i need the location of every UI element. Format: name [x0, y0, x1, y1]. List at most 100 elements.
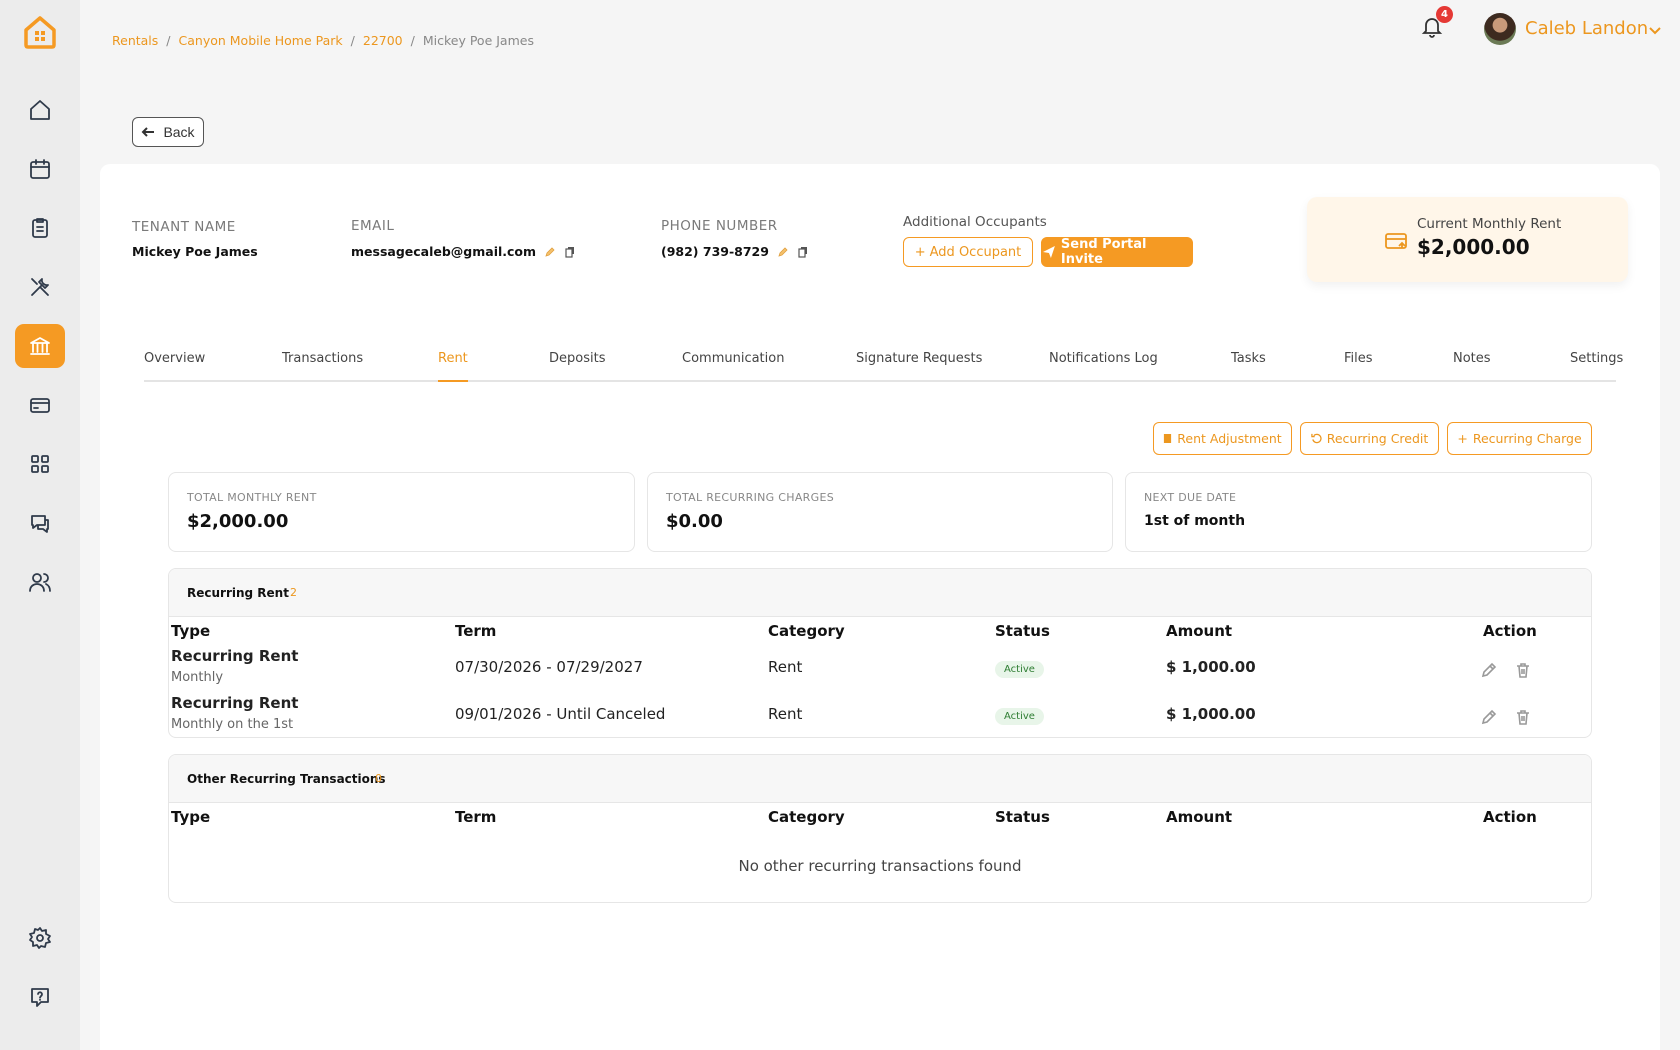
- rent-adjustment-button[interactable]: Rent Adjustment: [1153, 422, 1292, 455]
- send-portal-invite-button[interactable]: Send Portal Invite: [1041, 237, 1193, 267]
- column-amount: Amount: [1166, 808, 1233, 826]
- nav-calendar[interactable]: [15, 147, 65, 191]
- row-term: 09/01/2026 - Until Canceled: [455, 705, 666, 723]
- nav-home[interactable]: [15, 88, 65, 132]
- tab-settings[interactable]: Settings: [1570, 351, 1623, 382]
- edit-pencil-icon[interactable]: [1480, 661, 1498, 679]
- tab-notifications-log[interactable]: Notifications Log: [1049, 351, 1158, 382]
- column-status: Status: [995, 808, 1050, 826]
- add-occupant-button[interactable]: + Add Occupant: [903, 237, 1033, 267]
- arrow-left-icon: [142, 127, 155, 137]
- next-due-date-stat: NEXT DUE DATE 1st of month: [1125, 472, 1592, 552]
- email-row: messagecaleb@gmail.com: [351, 244, 576, 259]
- rent-adjustment-label: Rent Adjustment: [1177, 431, 1282, 446]
- recurring-credit-button[interactable]: Recurring Credit: [1300, 422, 1439, 455]
- breadcrumb-unit[interactable]: 22700: [363, 33, 403, 48]
- nav-people[interactable]: [15, 560, 65, 604]
- breadcrumb-property[interactable]: Canyon Mobile Home Park: [179, 33, 343, 48]
- send-portal-invite-label: Send Portal Invite: [1060, 237, 1147, 267]
- tab-files[interactable]: Files: [1344, 351, 1373, 382]
- avatar[interactable]: [1484, 13, 1516, 45]
- chat-icon: [31, 515, 49, 533]
- home-icon: [30, 100, 50, 120]
- pencil-icon[interactable]: [544, 246, 556, 258]
- stat-label: NEXT DUE DATE: [1144, 491, 1237, 504]
- plus-icon: +: [1457, 431, 1468, 446]
- breadcrumb-rentals[interactable]: Rentals: [112, 33, 158, 48]
- stat-label: TOTAL MONTHLY RENT: [187, 491, 317, 504]
- tab-tasks[interactable]: Tasks: [1231, 351, 1266, 382]
- other-recurring-count: 0: [375, 772, 382, 785]
- recurring-charge-label: Recurring Charge: [1472, 431, 1582, 446]
- tab-rent[interactable]: Rent: [438, 351, 468, 382]
- nav-tasks[interactable]: [15, 206, 65, 250]
- gear-icon: [29, 927, 51, 949]
- nav-settings[interactable]: [15, 916, 65, 960]
- copy-icon[interactable]: [564, 246, 576, 258]
- phone-value: (982) 739-8729: [661, 244, 769, 259]
- sidebar: [0, 0, 80, 1050]
- breadcrumb: Rentals / Canyon Mobile Home Park / 2270…: [112, 33, 534, 48]
- back-button[interactable]: Back: [132, 117, 204, 147]
- nav-messages[interactable]: [15, 501, 65, 545]
- nav-properties[interactable]: [15, 324, 65, 368]
- breadcrumb-current: Mickey Poe James: [422, 33, 534, 48]
- users-icon: [29, 573, 51, 592]
- recurring-credit-label: Recurring Credit: [1326, 431, 1429, 446]
- pencil-icon[interactable]: [777, 246, 789, 258]
- back-button-label: Back: [163, 124, 195, 140]
- row-type: Recurring Rent: [171, 647, 299, 665]
- edit-pencil-icon[interactable]: [1480, 708, 1498, 726]
- notification-count-badge: 4: [1436, 6, 1453, 23]
- tab-signature-requests[interactable]: Signature Requests: [856, 351, 982, 382]
- breadcrumb-separator: /: [166, 33, 171, 48]
- phone-label: PHONE NUMBER: [661, 218, 778, 234]
- column-amount: Amount: [1166, 622, 1233, 640]
- help-chat-icon: [31, 988, 49, 1007]
- user-menu-name[interactable]: Caleb Landon: [1525, 18, 1648, 39]
- status-badge: Active: [995, 661, 1044, 678]
- document-icon: [1164, 434, 1172, 443]
- current-monthly-rent-card: Current Monthly Rent $2,000.00: [1307, 197, 1628, 282]
- panel-header: Recurring Rent 2: [169, 569, 1591, 617]
- tab-overview[interactable]: Overview: [144, 351, 205, 382]
- panel-header: Other Recurring Transactions 0: [169, 755, 1591, 803]
- nav-apps[interactable]: [15, 442, 65, 486]
- tab-transactions[interactable]: Transactions: [282, 351, 363, 382]
- trash-icon[interactable]: [1514, 708, 1532, 726]
- row-frequency: Monthly on the 1st: [171, 717, 294, 732]
- stat-label: TOTAL RECURRING CHARGES: [666, 491, 834, 504]
- tab-communication[interactable]: Communication: [682, 351, 784, 382]
- nav-help[interactable]: [15, 975, 65, 1019]
- tab-notes[interactable]: Notes: [1453, 351, 1491, 382]
- stat-value: $0.00: [666, 511, 723, 532]
- nav-maintenance[interactable]: [15, 265, 65, 309]
- chevron-down-icon[interactable]: [1648, 22, 1662, 36]
- row-frequency: Monthly: [171, 670, 224, 685]
- status-badge: Active: [995, 708, 1044, 725]
- row-term: 07/30/2026 - 07/29/2027: [455, 658, 643, 676]
- tenant-name: Mickey Poe James: [132, 244, 258, 259]
- tab-deposits[interactable]: Deposits: [549, 351, 605, 382]
- row-amount: $ 1,000.00: [1166, 658, 1256, 676]
- stat-value: $2,000.00: [187, 511, 289, 532]
- copy-icon[interactable]: [797, 246, 809, 258]
- nav-payments[interactable]: [15, 383, 65, 427]
- column-term: Term: [455, 622, 497, 640]
- trash-icon[interactable]: [1514, 661, 1532, 679]
- bank-building-icon: [30, 337, 50, 355]
- column-action: Action: [1483, 808, 1537, 826]
- stat-value: 1st of month: [1144, 513, 1246, 529]
- additional-occupants-label: Additional Occupants: [903, 214, 1047, 230]
- tab-bar: Overview Transactions Rent Deposits Comm…: [144, 346, 1623, 382]
- breadcrumb-separator: /: [350, 33, 355, 48]
- column-category: Category: [768, 622, 845, 640]
- app-logo-icon[interactable]: [22, 14, 58, 50]
- calendar-icon: [30, 159, 50, 179]
- recurring-rent-title: Recurring Rent: [187, 586, 289, 600]
- column-type: Type: [171, 808, 211, 826]
- current-monthly-rent-value: $2,000.00: [1417, 235, 1530, 259]
- other-recurring-title: Other Recurring Transactions: [187, 772, 386, 786]
- recurring-charge-button[interactable]: + Recurring Charge: [1447, 422, 1592, 455]
- tools-icon: [31, 278, 49, 296]
